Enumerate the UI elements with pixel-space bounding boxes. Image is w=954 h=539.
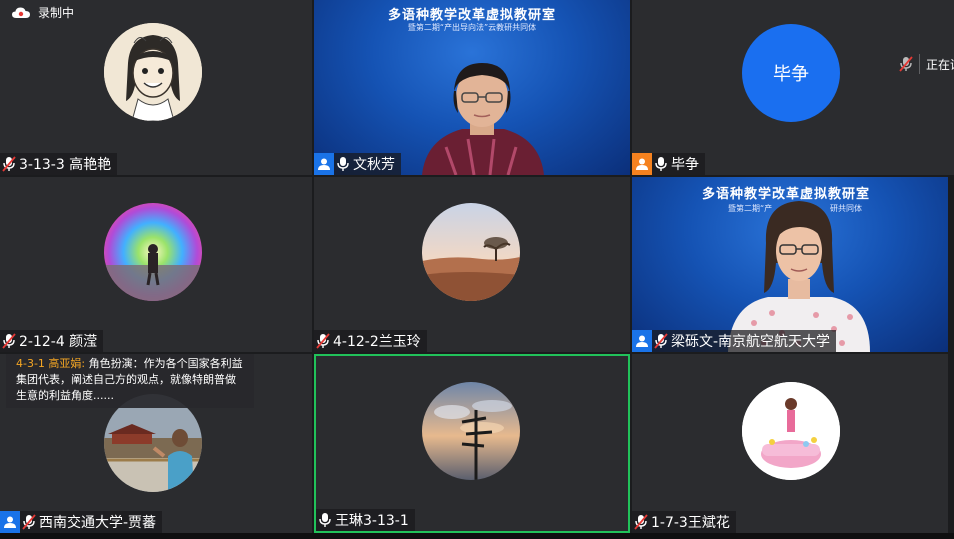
participant-name: 毕争 <box>671 157 699 173</box>
participant-avatar <box>104 203 202 301</box>
video-tile-9[interactable]: 1-7-3王斌花 <box>632 354 948 533</box>
participant-avatar <box>422 382 520 480</box>
conference-title: 多语种教学改革虚拟教研室 <box>387 8 556 23</box>
mic-icon[interactable] <box>654 156 668 172</box>
participant-name: 1-7-3王斌花 <box>651 515 730 531</box>
mic-muted-icon[interactable] <box>316 333 330 349</box>
speaking-status[interactable]: 正在讲 <box>899 54 954 74</box>
video-grid: 3-13-3 高艳艳 多语种教学改革虚拟教研室 暨第二期“产出导向法”云教研共同… <box>0 0 954 533</box>
participant-name: 梁砾文-南京航空航天大学 <box>671 334 831 350</box>
status-divider <box>919 54 920 74</box>
avatar-initials: 毕争 <box>773 64 809 85</box>
mic-icon[interactable] <box>336 156 350 172</box>
participant-name: 3-13-3 高艳艳 <box>19 157 112 173</box>
participant-name: 王琳3-13-1 <box>335 513 409 529</box>
video-tile-1[interactable]: 3-13-3 高艳艳 <box>0 0 312 175</box>
participant-name: 4-12-2兰玉玲 <box>333 334 421 350</box>
mic-icon[interactable] <box>318 512 332 528</box>
participant-name-bar: 2-12-4 颜滢 <box>0 330 104 352</box>
cloud-record-icon <box>12 7 30 18</box>
participant-name-bar: 梁砾文-南京航空航天大学 <box>632 330 837 352</box>
conference-subtitle: 暨第二期“产出导向法”云教研共同体 <box>407 23 537 32</box>
participant-avatar <box>742 382 840 480</box>
mic-muted-icon[interactable] <box>654 333 668 349</box>
participant-avatar <box>104 23 202 121</box>
participant-avatar <box>104 394 202 492</box>
participant-name-bar: 毕争 <box>632 153 705 175</box>
video-tile-6[interactable]: 多语种教学改革虚拟教研室 暨第二期“产 研共同体 梁砾文-南京航空航天大学 <box>632 177 948 352</box>
chat-popup[interactable]: 4-3-1 高亚娟: 角色扮演：作为各个国家各利益集团代表，阐述自己方的观点，就… <box>6 354 254 408</box>
speaker-video <box>728 201 870 352</box>
bottom-strip <box>0 533 954 539</box>
mic-muted-icon[interactable] <box>22 514 36 530</box>
participant-avatar: 毕争 <box>742 24 840 122</box>
mic-muted-icon <box>899 56 913 72</box>
video-tile-3[interactable]: 毕争 毕争 <box>632 0 954 175</box>
video-tile-8[interactable]: 王琳3-13-1 <box>314 354 630 533</box>
recording-label: 录制中 <box>38 6 75 20</box>
mic-muted-icon[interactable] <box>634 514 648 530</box>
mic-muted-icon[interactable] <box>2 333 16 349</box>
video-tile-4[interactable]: 2-12-4 颜滢 <box>0 177 312 352</box>
participant-name: 西南交通大学-贾蕃 <box>39 515 157 531</box>
participant-avatar <box>422 203 520 301</box>
participant-name: 2-12-4 颜滢 <box>19 334 98 350</box>
video-tile-5[interactable]: 4-12-2兰玉玲 <box>314 177 630 352</box>
recording-status[interactable]: 录制中 <box>12 4 74 21</box>
participant-name-bar: 王琳3-13-1 <box>316 509 415 531</box>
host-badge-icon <box>314 153 334 175</box>
participant-name-bar: 文秋芳 <box>314 153 401 175</box>
participant-name-bar: 1-7-3王斌花 <box>632 511 736 533</box>
speaker-video <box>422 63 544 175</box>
video-tile-2[interactable]: 多语种教学改革虚拟教研室 暨第二期“产出导向法”云教研共同体 文秋芳 <box>314 0 630 175</box>
mic-muted-icon[interactable] <box>2 156 16 172</box>
participant-name-bar: 西南交通大学-贾蕃 <box>0 511 163 533</box>
host-badge-icon <box>632 330 652 352</box>
cohost-badge-icon <box>632 153 652 175</box>
speaking-label: 正在讲 <box>926 57 954 72</box>
host-badge-icon <box>0 511 20 533</box>
participant-name-bar: 4-12-2兰玉玲 <box>314 330 427 352</box>
participant-name-bar: 3-13-3 高艳艳 <box>0 153 118 175</box>
chat-sender: 4-3-1 高亚娟: <box>16 357 86 370</box>
participant-name: 文秋芳 <box>353 157 395 173</box>
